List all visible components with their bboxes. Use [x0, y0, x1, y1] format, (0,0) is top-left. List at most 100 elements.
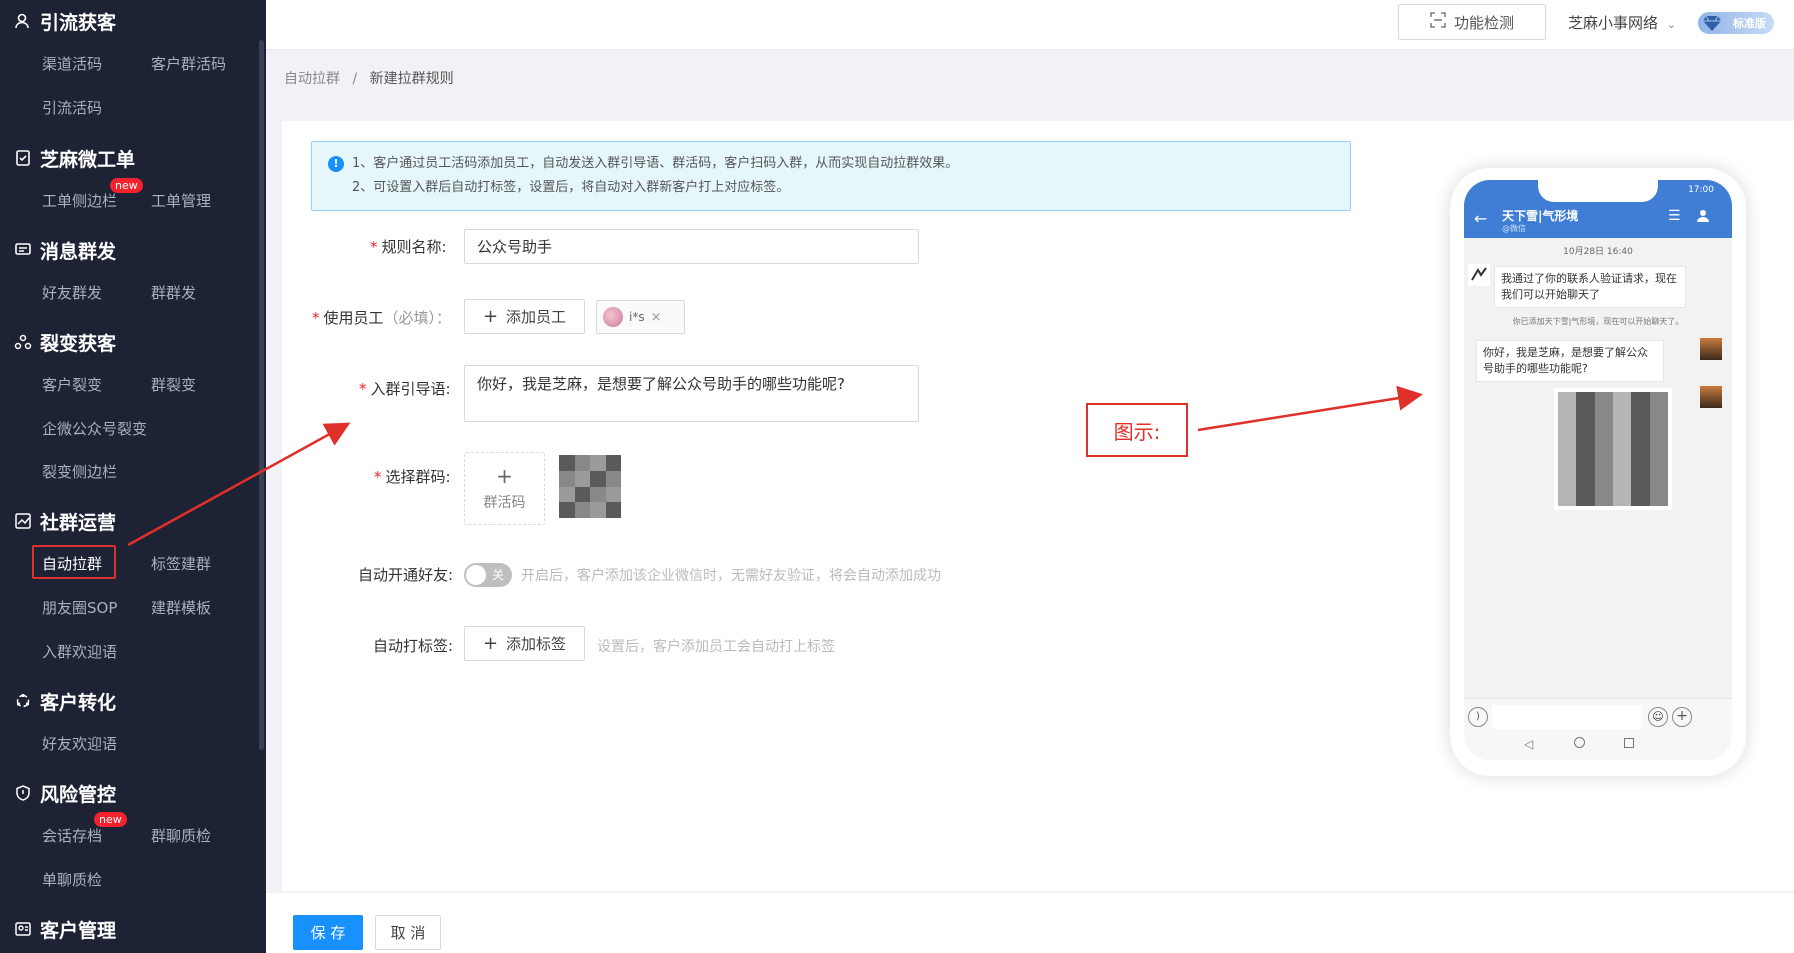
cycle-icon	[14, 692, 32, 710]
new-badge: new	[110, 178, 143, 193]
add-group-code-button[interactable]: + 群活码	[464, 452, 545, 525]
staff-tag[interactable]: i*s ×	[596, 300, 685, 334]
shield-icon	[14, 784, 32, 802]
sidebar-section-title: 客户转化	[40, 691, 117, 714]
sidebar-section-ticket[interactable]: 芝麻微工单	[14, 145, 135, 171]
qr-code-image[interactable]	[559, 455, 621, 518]
chat-input[interactable]	[1492, 705, 1642, 729]
auto-tag-label: 自动打标签:	[373, 637, 454, 655]
sidebar-item-mp-fission[interactable]: 企微公众号裂变	[42, 418, 147, 439]
sidebar-section-title: 裂变获客	[40, 332, 117, 355]
sidebar-section-title: 引流获客	[40, 11, 117, 34]
ticket-icon	[14, 149, 32, 167]
sidebar-section-fission[interactable]: 裂变获客	[14, 329, 116, 355]
add-staff-button[interactable]: + 添加员工	[464, 299, 585, 334]
sidebar-item-group-fission[interactable]: 群裂变	[151, 374, 196, 395]
profile-icon[interactable]	[1696, 208, 1710, 227]
chat-bubble-outgoing: 你好，我是芝麻，是想要了解公众号助手的哪些功能呢?	[1476, 340, 1664, 382]
sidebar-item-group-broadcast[interactable]: 群群发	[151, 282, 196, 303]
alert-line: 1、客户通过员工活码添加员工，自动发送入群引导语、群活码，客户扫码入群，从而实现…	[352, 156, 959, 171]
rule-name-input[interactable]: 公众号助手	[464, 229, 919, 264]
org-switcher[interactable]: 芝麻小事网络 ⌄	[1568, 12, 1676, 33]
sidebar-item-group-template[interactable]: 建群模板	[151, 597, 211, 618]
customers-icon	[14, 920, 32, 938]
sidebar-section-title: 社群运营	[40, 511, 117, 534]
group-code-label: * 选择群码:	[374, 468, 451, 486]
chat-date: 10月28日 16:40	[1563, 247, 1633, 257]
sidebar-section-title: 风险管控	[40, 783, 117, 806]
chart-icon	[14, 512, 32, 530]
sidebar-item-chat-archive[interactable]: 会话存档	[42, 825, 102, 846]
sidebar-item-group-code[interactable]: 客户群活码	[151, 53, 226, 74]
new-badge: new	[94, 812, 127, 827]
breadcrumb-current: 新建拉群规则	[369, 71, 454, 87]
alert-line: 2、可设置入群后自动打标签，设置后，将自动对入群新客户打上对应标签。	[352, 180, 790, 195]
nav-back-icon[interactable]: ◁	[1524, 737, 1533, 751]
nav-home-icon[interactable]	[1574, 737, 1585, 748]
voice-icon[interactable]: )	[1468, 707, 1488, 727]
sidebar-item-friend-welcome[interactable]: 好友欢迎语	[42, 733, 117, 754]
sidebar-section-community[interactable]: 社群运营	[14, 508, 116, 534]
sidebar-scrollbar[interactable]	[259, 40, 264, 750]
phone-screen: 17:00 ← 天下雪|气形境 @微信 ☰ 10月28日 16:40 我通过了你…	[1464, 180, 1732, 760]
sidebar-item-group-qc[interactable]: 群聊质检	[151, 825, 211, 846]
breadcrumb: 自动拉群 / 新建拉群规则	[284, 68, 454, 88]
info-icon: !	[328, 156, 344, 172]
sidebar-item-single-qc[interactable]: 单聊质检	[42, 869, 102, 890]
sidebar-section-title: 消息群发	[40, 240, 117, 263]
chat-input-bar: ) ☺ + ◁	[1464, 698, 1732, 760]
vip-badge: 标准版	[1698, 12, 1774, 34]
plus-icon[interactable]: +	[1672, 707, 1692, 727]
sidebar-section-conversion[interactable]: 客户转化	[14, 688, 116, 714]
auto-friend-toggle[interactable]: 关	[464, 563, 512, 587]
auto-friend-hint: 开启后，客户添加该企业微信时，无需好友验证，将会自动添加成功	[521, 568, 941, 584]
sidebar-item-tag-group[interactable]: 标签建群	[151, 553, 211, 574]
sidebar-section-title: 客户管理	[40, 919, 117, 942]
auto-friend-label: 自动开通好友:	[358, 566, 454, 584]
plus-icon: +	[482, 633, 499, 654]
avatar	[1700, 386, 1722, 408]
sidebar-section-title: 芝麻微工单	[40, 148, 136, 171]
sidebar-section-customer[interactable]: 客户管理	[14, 916, 116, 942]
sidebar-item-friend-broadcast[interactable]: 好友群发	[42, 282, 102, 303]
add-tag-button[interactable]: + 添加标签	[464, 626, 585, 661]
top-bar: 功能检测 芝麻小事网络 ⌄ 标准版	[266, 0, 1794, 50]
auto-tag-hint: 设置后，客户添加员工会自动打上标签	[597, 639, 835, 655]
sidebar-item-channel-code[interactable]: 渠道活码	[42, 53, 102, 74]
nav-recent-icon[interactable]	[1624, 738, 1634, 748]
sidebar-item-customer-fission[interactable]: 客户裂变	[42, 374, 102, 395]
sidebar-section-traffic[interactable]: 引流获客	[14, 8, 116, 34]
toggle-knob	[466, 565, 486, 585]
sidebar-item-ticket-manage[interactable]: 工单管理	[151, 190, 211, 211]
save-button[interactable]: 保 存	[293, 915, 363, 950]
sidebar-section-risk[interactable]: 风险管控	[14, 780, 116, 806]
footer-bar	[266, 893, 1794, 953]
menu-icon[interactable]: ☰	[1668, 208, 1681, 224]
plus-icon: +	[482, 306, 499, 327]
sidebar-item-ticket-sidebar[interactable]: 工单侧边栏	[42, 190, 117, 211]
phone-preview: 17:00 ← 天下雪|气形境 @微信 ☰ 10月28日 16:40 我通过了你…	[1450, 168, 1746, 776]
diamond-icon	[1702, 14, 1722, 35]
sidebar-item-moments-sop[interactable]: 朋友圈SOP	[42, 597, 117, 618]
sidebar-item-welcome-msg[interactable]: 入群欢迎语	[42, 641, 117, 662]
sidebar-item-auto-group[interactable]: 自动拉群	[42, 553, 102, 574]
sidebar-item-traffic-code[interactable]: 引流活码	[42, 97, 102, 118]
close-icon[interactable]: ×	[651, 310, 662, 325]
cancel-button[interactable]: 取 消	[375, 915, 441, 950]
avatar	[1468, 264, 1490, 286]
plus-icon: +	[496, 463, 513, 488]
avatar	[1700, 338, 1722, 360]
avatar	[603, 307, 623, 327]
qr-code-image	[1554, 388, 1672, 510]
sidebar-section-broadcast[interactable]: 消息群发	[14, 237, 116, 263]
system-message: 你已添加天下雪|气形境，现在可以开始聊天了。	[1512, 317, 1684, 326]
breadcrumb-separator: /	[352, 71, 358, 87]
guide-textarea[interactable]: 你好，我是芝麻，是想要了解公众号助手的哪些功能呢?	[464, 365, 919, 422]
user-icon	[14, 12, 32, 30]
back-arrow-icon[interactable]: ←	[1474, 209, 1487, 228]
sidebar-item-fission-sidebar[interactable]: 裂变侧边栏	[42, 461, 117, 482]
function-check-button[interactable]: 功能检测	[1398, 4, 1546, 40]
breadcrumb-parent[interactable]: 自动拉群	[284, 71, 340, 87]
phone-notch	[1538, 180, 1658, 202]
emoji-icon[interactable]: ☺	[1648, 707, 1668, 727]
